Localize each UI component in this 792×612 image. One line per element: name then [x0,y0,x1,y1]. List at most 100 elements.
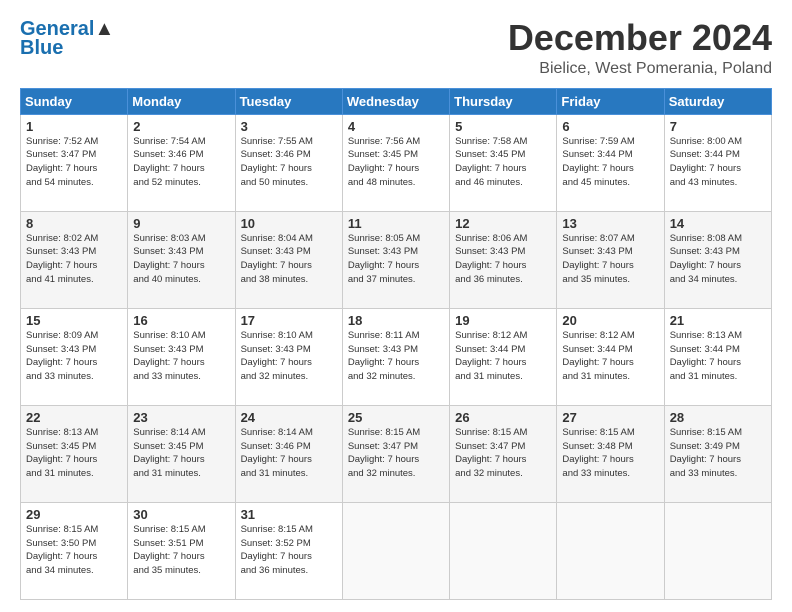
calendar-table: SundayMondayTuesdayWednesdayThursdayFrid… [20,88,772,600]
calendar-cell: 31Sunrise: 8:15 AM Sunset: 3:52 PM Dayli… [235,502,342,599]
day-info: Sunrise: 8:15 AM Sunset: 3:47 PM Dayligh… [455,426,552,481]
calendar-cell: 13Sunrise: 8:07 AM Sunset: 3:43 PM Dayli… [557,211,664,308]
day-number: 27 [562,410,659,425]
calendar-cell: 9Sunrise: 8:03 AM Sunset: 3:43 PM Daylig… [128,211,235,308]
day-number: 24 [241,410,338,425]
calendar-cell: 12Sunrise: 8:06 AM Sunset: 3:43 PM Dayli… [450,211,557,308]
day-info: Sunrise: 8:09 AM Sunset: 3:43 PM Dayligh… [26,329,123,384]
day-info: Sunrise: 8:10 AM Sunset: 3:43 PM Dayligh… [241,329,338,384]
day-number: 19 [455,313,552,328]
main-title: December 2024 [508,18,772,58]
calendar-cell [557,502,664,599]
calendar-cell: 18Sunrise: 8:11 AM Sunset: 3:43 PM Dayli… [342,308,449,405]
calendar-cell: 11Sunrise: 8:05 AM Sunset: 3:43 PM Dayli… [342,211,449,308]
day-info: Sunrise: 8:15 AM Sunset: 3:51 PM Dayligh… [133,523,230,578]
calendar-cell: 14Sunrise: 8:08 AM Sunset: 3:43 PM Dayli… [664,211,771,308]
day-info: Sunrise: 8:03 AM Sunset: 3:43 PM Dayligh… [133,232,230,287]
calendar-cell: 15Sunrise: 8:09 AM Sunset: 3:43 PM Dayli… [21,308,128,405]
calendar-week-4: 22Sunrise: 8:13 AM Sunset: 3:45 PM Dayli… [21,405,772,502]
day-info: Sunrise: 8:14 AM Sunset: 3:45 PM Dayligh… [133,426,230,481]
day-info: Sunrise: 8:12 AM Sunset: 3:44 PM Dayligh… [562,329,659,384]
day-number: 29 [26,507,123,522]
day-number: 2 [133,119,230,134]
day-number: 21 [670,313,767,328]
weekday-header-tuesday: Tuesday [235,88,342,114]
calendar-cell [664,502,771,599]
day-info: Sunrise: 8:12 AM Sunset: 3:44 PM Dayligh… [455,329,552,384]
day-info: Sunrise: 8:10 AM Sunset: 3:43 PM Dayligh… [133,329,230,384]
day-info: Sunrise: 8:13 AM Sunset: 3:44 PM Dayligh… [670,329,767,384]
day-number: 5 [455,119,552,134]
day-number: 26 [455,410,552,425]
day-info: Sunrise: 8:02 AM Sunset: 3:43 PM Dayligh… [26,232,123,287]
day-number: 6 [562,119,659,134]
day-number: 28 [670,410,767,425]
calendar-cell: 27Sunrise: 8:15 AM Sunset: 3:48 PM Dayli… [557,405,664,502]
calendar-week-5: 29Sunrise: 8:15 AM Sunset: 3:50 PM Dayli… [21,502,772,599]
calendar-cell: 21Sunrise: 8:13 AM Sunset: 3:44 PM Dayli… [664,308,771,405]
weekday-header-monday: Monday [128,88,235,114]
calendar-cell: 26Sunrise: 8:15 AM Sunset: 3:47 PM Dayli… [450,405,557,502]
weekday-header-saturday: Saturday [664,88,771,114]
day-info: Sunrise: 8:15 AM Sunset: 3:50 PM Dayligh… [26,523,123,578]
calendar-cell: 17Sunrise: 8:10 AM Sunset: 3:43 PM Dayli… [235,308,342,405]
calendar-cell: 20Sunrise: 8:12 AM Sunset: 3:44 PM Dayli… [557,308,664,405]
weekday-header-sunday: Sunday [21,88,128,114]
day-number: 12 [455,216,552,231]
day-number: 10 [241,216,338,231]
day-info: Sunrise: 8:04 AM Sunset: 3:43 PM Dayligh… [241,232,338,287]
day-info: Sunrise: 7:56 AM Sunset: 3:45 PM Dayligh… [348,135,445,190]
day-number: 14 [670,216,767,231]
day-info: Sunrise: 7:54 AM Sunset: 3:46 PM Dayligh… [133,135,230,190]
calendar-cell: 22Sunrise: 8:13 AM Sunset: 3:45 PM Dayli… [21,405,128,502]
day-number: 17 [241,313,338,328]
calendar-cell: 6Sunrise: 7:59 AM Sunset: 3:44 PM Daylig… [557,114,664,211]
day-number: 23 [133,410,230,425]
day-number: 13 [562,216,659,231]
day-number: 20 [562,313,659,328]
calendar-cell [450,502,557,599]
header: General▲ Blue December 2024 Bielice, Wes… [20,18,772,78]
weekday-header-friday: Friday [557,88,664,114]
calendar-week-2: 8Sunrise: 8:02 AM Sunset: 3:43 PM Daylig… [21,211,772,308]
day-info: Sunrise: 7:52 AM Sunset: 3:47 PM Dayligh… [26,135,123,190]
day-info: Sunrise: 7:59 AM Sunset: 3:44 PM Dayligh… [562,135,659,190]
calendar-cell: 5Sunrise: 7:58 AM Sunset: 3:45 PM Daylig… [450,114,557,211]
calendar-cell: 16Sunrise: 8:10 AM Sunset: 3:43 PM Dayli… [128,308,235,405]
weekday-header-row: SundayMondayTuesdayWednesdayThursdayFrid… [21,88,772,114]
day-info: Sunrise: 8:11 AM Sunset: 3:43 PM Dayligh… [348,329,445,384]
calendar-cell: 10Sunrise: 8:04 AM Sunset: 3:43 PM Dayli… [235,211,342,308]
weekday-header-wednesday: Wednesday [342,88,449,114]
calendar-cell [342,502,449,599]
day-info: Sunrise: 8:15 AM Sunset: 3:47 PM Dayligh… [348,426,445,481]
day-info: Sunrise: 7:58 AM Sunset: 3:45 PM Dayligh… [455,135,552,190]
logo-subtext: Blue [20,37,63,60]
day-info: Sunrise: 8:14 AM Sunset: 3:46 PM Dayligh… [241,426,338,481]
day-number: 22 [26,410,123,425]
page: General▲ Blue December 2024 Bielice, Wes… [0,0,792,612]
calendar-cell: 8Sunrise: 8:02 AM Sunset: 3:43 PM Daylig… [21,211,128,308]
calendar-cell: 3Sunrise: 7:55 AM Sunset: 3:46 PM Daylig… [235,114,342,211]
day-number: 7 [670,119,767,134]
day-number: 30 [133,507,230,522]
day-number: 11 [348,216,445,231]
calendar-week-3: 15Sunrise: 8:09 AM Sunset: 3:43 PM Dayli… [21,308,772,405]
day-info: Sunrise: 8:15 AM Sunset: 3:48 PM Dayligh… [562,426,659,481]
calendar-cell: 2Sunrise: 7:54 AM Sunset: 3:46 PM Daylig… [128,114,235,211]
day-info: Sunrise: 8:00 AM Sunset: 3:44 PM Dayligh… [670,135,767,190]
calendar-cell: 1Sunrise: 7:52 AM Sunset: 3:47 PM Daylig… [21,114,128,211]
day-number: 31 [241,507,338,522]
calendar-cell: 25Sunrise: 8:15 AM Sunset: 3:47 PM Dayli… [342,405,449,502]
calendar-week-1: 1Sunrise: 7:52 AM Sunset: 3:47 PM Daylig… [21,114,772,211]
day-number: 3 [241,119,338,134]
calendar-cell: 23Sunrise: 8:14 AM Sunset: 3:45 PM Dayli… [128,405,235,502]
day-number: 25 [348,410,445,425]
calendar-cell: 19Sunrise: 8:12 AM Sunset: 3:44 PM Dayli… [450,308,557,405]
weekday-header-thursday: Thursday [450,88,557,114]
calendar-cell: 4Sunrise: 7:56 AM Sunset: 3:45 PM Daylig… [342,114,449,211]
day-info: Sunrise: 8:06 AM Sunset: 3:43 PM Dayligh… [455,232,552,287]
day-info: Sunrise: 8:05 AM Sunset: 3:43 PM Dayligh… [348,232,445,287]
day-info: Sunrise: 8:08 AM Sunset: 3:43 PM Dayligh… [670,232,767,287]
day-info: Sunrise: 8:07 AM Sunset: 3:43 PM Dayligh… [562,232,659,287]
logo: General▲ Blue [20,18,114,60]
